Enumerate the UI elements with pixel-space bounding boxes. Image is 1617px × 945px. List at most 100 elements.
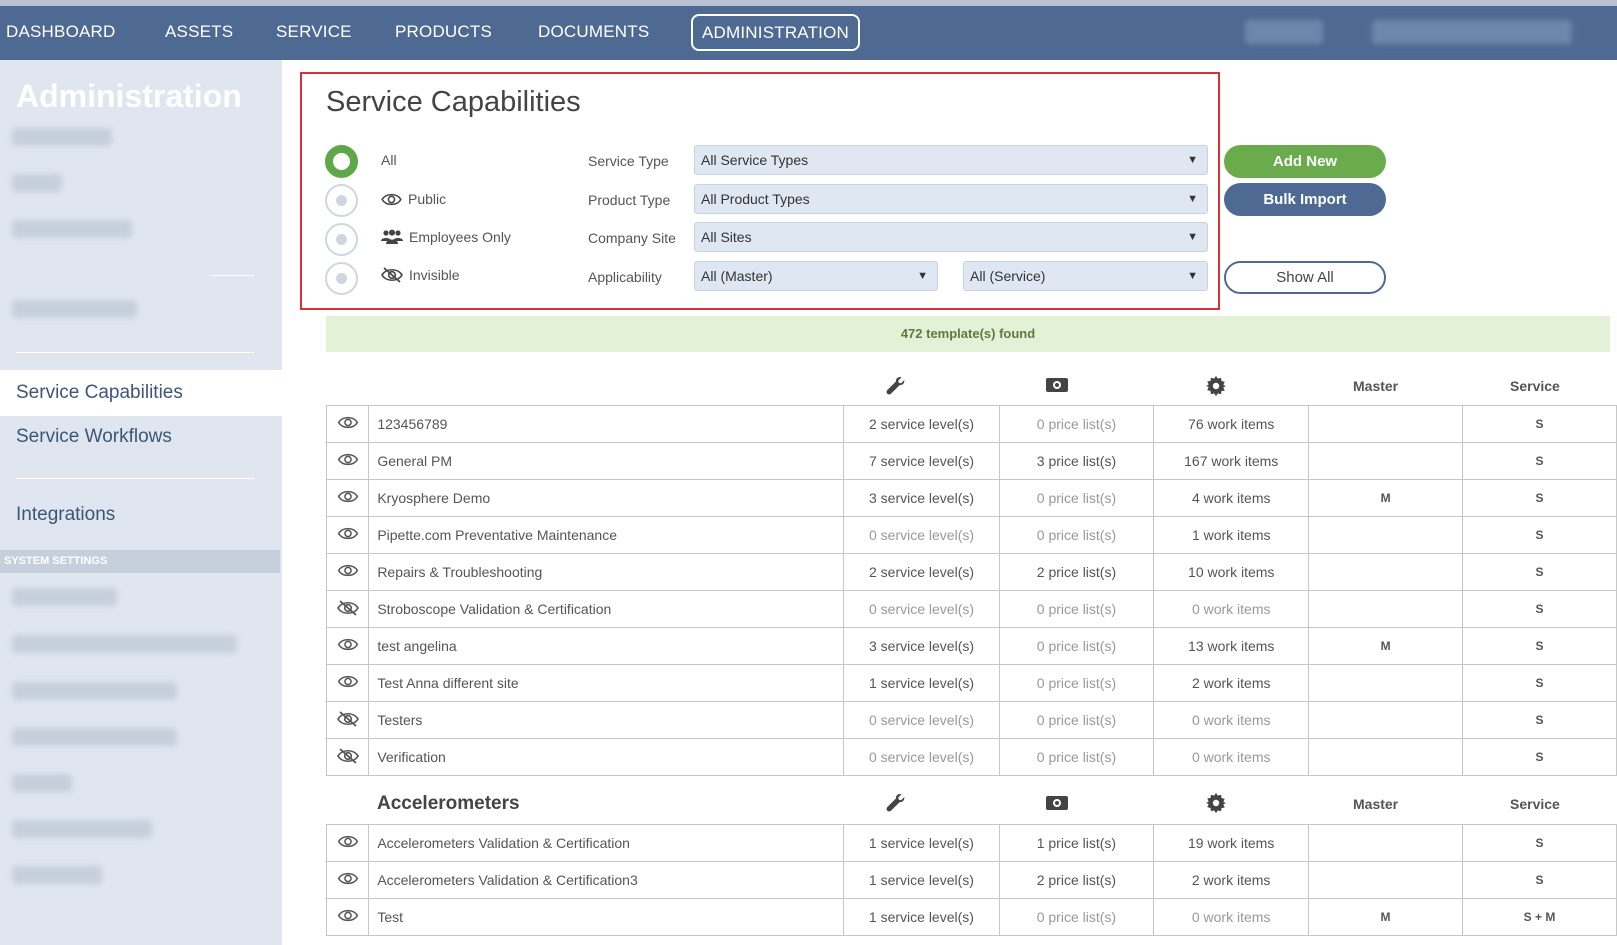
eye-icon[interactable]	[325, 553, 370, 591]
table-row[interactable]: Repairs & Troubleshooting 2 service level…	[325, 553, 1617, 591]
capability-name[interactable]: Accelerometers Validation & Certificatio…	[368, 824, 845, 862]
price-lists-cell[interactable]: 0 price list(s)	[998, 405, 1155, 443]
eye-icon[interactable]	[325, 824, 370, 862]
sidebar-item-redacted[interactable]	[12, 774, 72, 792]
work-items-cell[interactable]: 76 work items	[1153, 405, 1310, 443]
radio-public[interactable]	[325, 184, 358, 217]
service-levels-cell[interactable]: 3 service level(s)	[843, 627, 1000, 665]
work-items-cell[interactable]: 19 work items	[1153, 824, 1310, 862]
sidebar-item-service-capabilities[interactable]: Service Capabilities	[0, 370, 282, 416]
service-levels-cell[interactable]: 7 service level(s)	[843, 442, 1000, 480]
nav-service[interactable]: SERVICE	[276, 18, 352, 46]
work-items-cell[interactable]: 0 work items	[1153, 738, 1310, 776]
radio-invisible[interactable]	[325, 262, 358, 295]
price-lists-cell[interactable]: 3 price list(s)	[998, 442, 1155, 480]
price-lists-cell[interactable]: 0 price list(s)	[998, 627, 1155, 665]
work-items-cell[interactable]: 2 work items	[1153, 861, 1310, 899]
table-row[interactable]: Test 1 service level(s) 0 price list(s) 0 w…	[325, 898, 1617, 936]
eye-icon[interactable]	[325, 861, 370, 899]
work-items-cell[interactable]: 0 work items	[1153, 590, 1310, 628]
capability-name[interactable]: Verification	[368, 738, 845, 776]
service-type-select[interactable]: All Service Types ▼	[694, 145, 1208, 175]
work-items-cell[interactable]: 2 work items	[1153, 664, 1310, 702]
service-levels-cell[interactable]: 2 service level(s)	[843, 553, 1000, 591]
service-levels-cell[interactable]: 1 service level(s)	[843, 664, 1000, 702]
capability-name[interactable]: Pipette.com Preventative Maintenance	[368, 516, 845, 554]
nav-assets[interactable]: ASSETS	[165, 18, 233, 46]
eye-slash-icon[interactable]	[325, 701, 370, 739]
table-row[interactable]: Pipette.com Preventative Maintenance 0 se…	[325, 516, 1617, 554]
table-row[interactable]: Test Anna different site 1 service level(…	[325, 664, 1617, 702]
capability-name[interactable]: test angelina	[368, 627, 845, 665]
price-lists-cell[interactable]: 0 price list(s)	[998, 898, 1155, 936]
capability-name[interactable]: General PM	[368, 442, 845, 480]
eye-slash-icon[interactable]	[325, 738, 370, 776]
sidebar-item-redacted[interactable]	[12, 174, 62, 192]
work-items-cell[interactable]: 13 work items	[1153, 627, 1310, 665]
eye-icon[interactable]	[325, 664, 370, 702]
service-levels-cell[interactable]: 0 service level(s)	[843, 590, 1000, 628]
table-row[interactable]: General PM 7 service level(s) 3 price list…	[325, 442, 1617, 480]
capability-name[interactable]: Test	[368, 898, 845, 936]
sidebar-item-redacted[interactable]	[12, 635, 237, 653]
sidebar-item-redacted[interactable]	[12, 300, 137, 318]
radio-all[interactable]	[325, 145, 358, 178]
eye-icon[interactable]	[325, 479, 370, 517]
nav-documents[interactable]: DOCUMENTS	[538, 18, 649, 46]
capability-name[interactable]: Stroboscope Validation & Certification	[368, 590, 845, 628]
work-items-cell[interactable]: 1 work items	[1153, 516, 1310, 554]
table-row[interactable]: test angelina 3 service level(s) 0 price l…	[325, 627, 1617, 665]
capability-name[interactable]: Repairs & Troubleshooting	[368, 553, 845, 591]
nav-dashboard[interactable]: DASHBOARD	[6, 18, 116, 46]
table-row[interactable]: Stroboscope Validation & Certification 0 …	[325, 590, 1617, 628]
table-row[interactable]: Accelerometers Validation & Certificatio…	[325, 861, 1617, 899]
price-lists-cell[interactable]: 0 price list(s)	[998, 738, 1155, 776]
add-new-button[interactable]: Add New	[1224, 145, 1386, 178]
user-menu-redacted[interactable]	[1245, 20, 1323, 44]
bulk-import-button[interactable]: Bulk Import	[1224, 183, 1386, 216]
eye-icon[interactable]	[325, 442, 370, 480]
nav-products[interactable]: PRODUCTS	[395, 18, 492, 46]
service-levels-cell[interactable]: 1 service level(s)	[843, 861, 1000, 899]
sidebar-item-redacted[interactable]	[12, 820, 152, 838]
price-lists-cell[interactable]: 2 price list(s)	[998, 861, 1155, 899]
eye-icon[interactable]	[325, 516, 370, 554]
capability-name[interactable]: Testers	[368, 701, 845, 739]
sidebar-item-redacted[interactable]	[12, 728, 177, 746]
nav-administration[interactable]: ADMINISTRATION	[691, 14, 860, 51]
sidebar-item-redacted[interactable]	[12, 682, 177, 700]
product-type-select[interactable]: All Product Types ▼	[694, 184, 1208, 214]
applicability-service-select[interactable]: All (Service) ▼	[963, 261, 1208, 291]
price-lists-cell[interactable]: 0 price list(s)	[998, 664, 1155, 702]
radio-employees-only[interactable]	[325, 223, 358, 256]
price-lists-cell[interactable]: 0 price list(s)	[998, 516, 1155, 554]
sidebar-item-redacted[interactable]	[12, 588, 117, 606]
price-lists-cell[interactable]: 0 price list(s)	[998, 479, 1155, 517]
price-lists-cell[interactable]: 0 price list(s)	[998, 701, 1155, 739]
work-items-cell[interactable]: 0 work items	[1153, 898, 1310, 936]
sidebar-item-service-workflows[interactable]: Service Workflows	[16, 426, 172, 448]
show-all-button[interactable]: Show All	[1224, 261, 1386, 294]
service-levels-cell[interactable]: 1 service level(s)	[843, 898, 1000, 936]
capability-name[interactable]: Test Anna different site	[368, 664, 845, 702]
work-items-cell[interactable]: 10 work items	[1153, 553, 1310, 591]
eye-icon[interactable]	[325, 405, 370, 443]
price-lists-cell[interactable]: 1 price list(s)	[998, 824, 1155, 862]
company-site-select[interactable]: All Sites ▼	[694, 222, 1208, 252]
sidebar-item-integrations[interactable]: Integrations	[16, 504, 115, 526]
capability-name[interactable]: Accelerometers Validation & Certificatio…	[368, 861, 845, 899]
service-levels-cell[interactable]: 1 service level(s)	[843, 824, 1000, 862]
sidebar-item-redacted[interactable]	[12, 128, 112, 146]
applicability-master-select[interactable]: All (Master) ▼	[694, 261, 938, 291]
price-lists-cell[interactable]: 0 price list(s)	[998, 590, 1155, 628]
table-row[interactable]: Verification 0 service level(s) 0 price li…	[325, 738, 1617, 776]
eye-icon[interactable]	[325, 898, 370, 936]
work-items-cell[interactable]: 0 work items	[1153, 701, 1310, 739]
service-levels-cell[interactable]: 0 service level(s)	[843, 701, 1000, 739]
service-levels-cell[interactable]: 3 service level(s)	[843, 479, 1000, 517]
table-row[interactable]: 123456789 2 service level(s) 0 price list(…	[325, 405, 1617, 443]
capability-name[interactable]: Kryosphere Demo	[368, 479, 845, 517]
work-items-cell[interactable]: 167 work items	[1153, 442, 1310, 480]
price-lists-cell[interactable]: 2 price list(s)	[998, 553, 1155, 591]
sidebar-item-redacted[interactable]	[12, 220, 132, 238]
